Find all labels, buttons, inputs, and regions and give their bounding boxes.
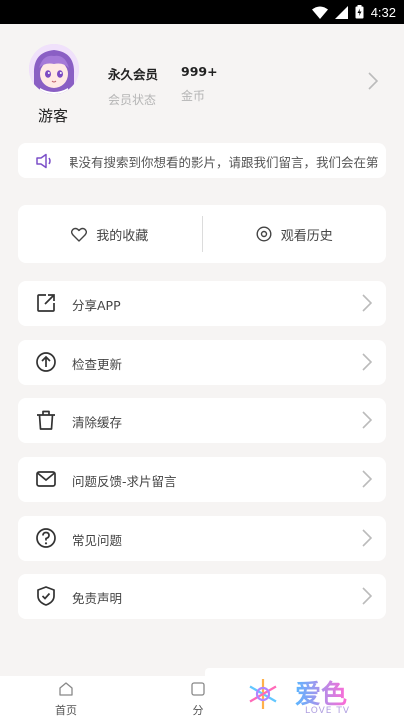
category-icon (191, 682, 205, 696)
nav-item-home[interactable]: 首页 (55, 681, 77, 718)
menu-label: 分享APP (72, 298, 121, 313)
chevron-right-icon (362, 411, 372, 429)
avatar[interactable] (29, 44, 79, 94)
menu-item-share[interactable]: 分享APP (18, 281, 386, 326)
menu-item-faq[interactable]: 常见问题 (18, 516, 386, 561)
chevron-right-icon (362, 353, 372, 371)
speaker-icon (36, 153, 51, 169)
membership-value: 永久会员 (108, 67, 159, 82)
profile-section[interactable]: 游客 永久会员 会员状态 999+ 金币 (0, 24, 404, 134)
menu-label: 常见问题 (72, 533, 123, 548)
username: 游客 (38, 107, 69, 125)
anime-avatar-icon (29, 44, 79, 94)
tabs-card: 我的收藏 观看历史 (18, 205, 386, 263)
tab-history[interactable]: 观看历史 (203, 225, 387, 244)
wifi-icon (311, 6, 328, 19)
shield-icon (37, 586, 55, 606)
tab-favorites-label: 我的收藏 (96, 228, 149, 244)
nav-home-label: 首页 (55, 704, 77, 717)
notice-marquee: 果没有搜索到你想看的影片，请跟我们留言，我们会在第 (18, 143, 386, 178)
snowflake-logo-icon (249, 679, 277, 709)
nav-item-category[interactable]: 分 (190, 681, 206, 718)
chevron-right-icon (362, 529, 372, 547)
play-circle-icon (256, 226, 272, 242)
watermark-subtitle: LOVE TV (305, 706, 350, 716)
signal-icon (334, 5, 348, 19)
menu-label: 免责声明 (72, 591, 123, 606)
trash-icon (37, 410, 55, 430)
chevron-right-icon (362, 470, 372, 488)
coins-label: 金币 (181, 89, 206, 103)
membership-label: 会员状态 (108, 93, 157, 107)
menu-label: 检查更新 (72, 357, 123, 372)
chevron-right-icon[interactable] (368, 72, 378, 90)
watermark-logo: 爱色 LOVE TV (205, 668, 404, 720)
notice-text: 果没有搜索到你想看的影片，请跟我们留言，我们会在第 (70, 155, 379, 170)
status-time: 4:32 (370, 4, 396, 20)
coins-value: 999+ (181, 64, 218, 79)
nav-category-label: 分 (192, 704, 204, 717)
upload-icon (36, 352, 56, 372)
help-icon (36, 528, 56, 548)
membership-stat: 永久会员 会员状态 (108, 64, 158, 108)
tab-history-label: 观看历史 (280, 228, 333, 244)
tab-favorites[interactable]: 我的收藏 (18, 225, 202, 244)
share-icon (37, 294, 55, 312)
chevron-right-icon (362, 294, 372, 312)
chevron-right-icon (362, 587, 372, 605)
status-bar: 4:32 (0, 0, 404, 24)
menu-item-clear-cache[interactable]: 清除缓存 (18, 398, 386, 443)
home-icon (59, 682, 73, 696)
menu-item-disclaimer[interactable]: 免责声明 (18, 574, 386, 619)
mail-icon (36, 471, 56, 487)
coins-stat: 999+ 金币 (181, 64, 218, 104)
menu-item-check-update[interactable]: 检查更新 (18, 340, 386, 385)
battery-icon (355, 5, 364, 19)
menu-label: 清除缓存 (72, 415, 123, 430)
menu-label: 问题反馈-求片留言 (72, 474, 177, 489)
menu-item-feedback[interactable]: 问题反馈-求片留言 (18, 457, 386, 502)
heart-icon (71, 227, 88, 242)
